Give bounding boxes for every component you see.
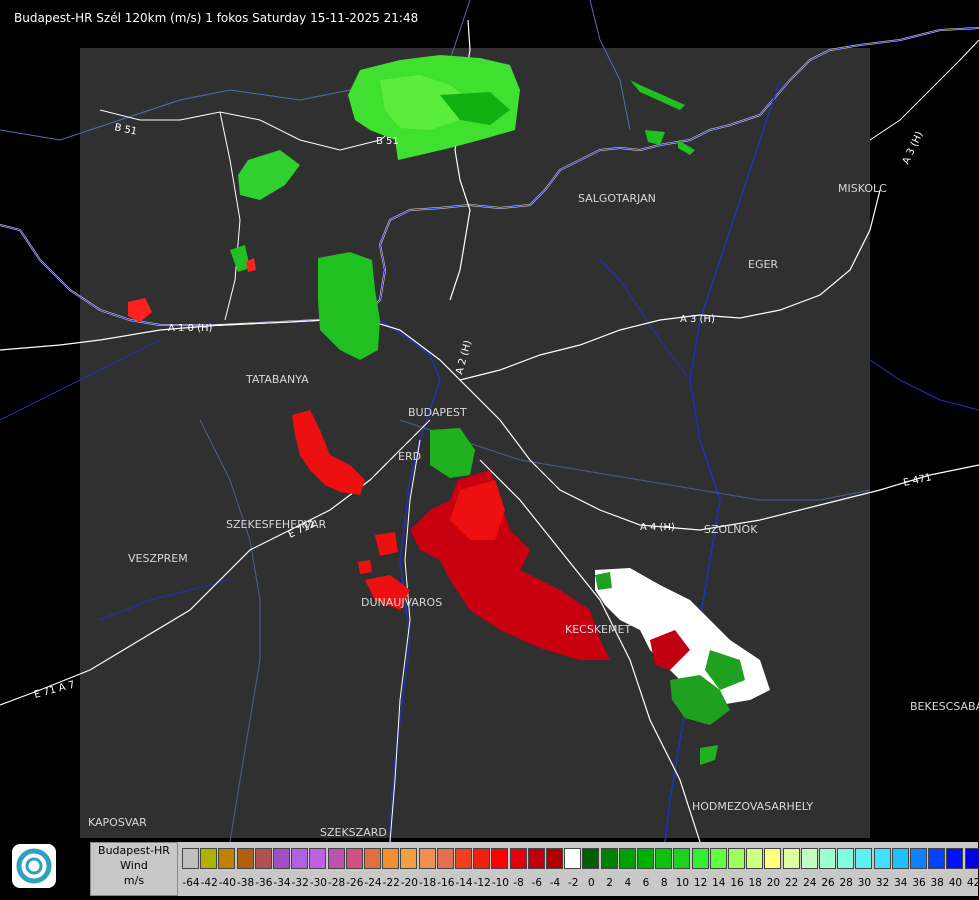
city-label-veszprem: VESZPREM (128, 552, 188, 565)
city-label-bekescsaba: BEKESCSABA (910, 700, 979, 713)
echo-green-se-small (595, 572, 612, 590)
color-swatch (254, 848, 272, 869)
color-swatch (691, 848, 709, 869)
color-swatch (891, 848, 909, 869)
city-label-budapest: BUDAPEST (408, 406, 467, 419)
color-swatch (873, 848, 891, 869)
city-label-hodmezovasarhely: HODMEZOVASARHELY (692, 800, 813, 813)
color-swatch (819, 848, 836, 869)
legend-product-name: Budapest-HR (98, 844, 170, 857)
color-swatch (764, 848, 782, 869)
logo (12, 844, 56, 888)
legend-label-box: Budapest-HR Wind m/s (90, 842, 178, 896)
city-label-tatabanya: TATABANYA (245, 373, 309, 386)
swirl-logo-icon (16, 848, 52, 884)
scale-tick-label: 42 (966, 877, 979, 889)
road-label-e71-a7: E 71 A 7 (33, 679, 76, 700)
color-swatch (400, 848, 418, 869)
color-swatch (418, 848, 436, 869)
color-swatch (618, 848, 636, 869)
color-swatch (473, 848, 491, 869)
color-swatch (728, 848, 745, 869)
road-miskolc (869, 39, 979, 141)
road-label-e471: E 471 (902, 472, 932, 489)
color-swatch (600, 848, 618, 869)
color-swatch (910, 848, 927, 869)
color-swatch (946, 848, 964, 869)
color-swatch (546, 848, 563, 869)
color-swatch (782, 848, 800, 869)
map-title: Budapest-HR Szél 120km (m/s) 1 fokos Sat… (14, 11, 419, 25)
color-swatch (746, 848, 764, 869)
echo-red-west-3 (358, 560, 372, 574)
color-swatch (273, 848, 290, 869)
color-swatch (837, 848, 855, 869)
color-swatch (436, 848, 454, 869)
city-label-dunaujvaros: DUNAUJVAROS (361, 596, 442, 609)
color-swatch (582, 848, 600, 869)
color-swatch (637, 848, 654, 869)
color-swatch (200, 848, 218, 869)
city-label-eger: EGER (748, 258, 778, 271)
color-swatch (309, 848, 327, 869)
color-swatch (364, 848, 381, 869)
color-swatch (345, 848, 363, 869)
color-swatch (527, 848, 545, 869)
road-label-a10: A 1 0 (H) (168, 323, 213, 334)
road-label-a3-ne: A 3 (H) (901, 130, 926, 166)
color-swatch (800, 848, 818, 869)
legend-unit: m/s (123, 874, 145, 887)
city-label-salgotarjan: SALGOTARJAN (578, 192, 656, 205)
color-swatch (382, 848, 400, 869)
radar-map: SALGOTARJAN MISKOLC EGER TATABANYA BUDAP… (0, 0, 979, 842)
color-swatch (218, 848, 236, 869)
color-swatch (182, 848, 199, 869)
city-label-szolnok: SZOLNOK (704, 523, 758, 536)
city-label-kaposvar: KAPOSVAR (88, 816, 147, 829)
city-label-kecskemet: KECSKEMET (565, 623, 631, 636)
color-swatch (928, 848, 946, 869)
river-east (869, 359, 979, 411)
road-label-a3: A 3 (H) (680, 314, 715, 325)
city-label-erd: ERD (398, 450, 421, 463)
color-swatch (509, 848, 527, 869)
color-swatch (327, 848, 345, 869)
color-swatch (291, 848, 309, 869)
color-swatch (236, 848, 254, 869)
color-swatch (673, 848, 691, 869)
legend-quantity: Wind (120, 859, 148, 872)
road-label-a4: A 4 (H) (640, 522, 675, 533)
city-label-miskolc: MISKOLC (838, 182, 887, 195)
color-swatch (655, 848, 673, 869)
color-swatch (455, 848, 472, 869)
city-label-szekszard: SZEKSZARD (320, 826, 387, 839)
color-swatch (709, 848, 727, 869)
color-swatch (855, 848, 873, 869)
color-swatch (491, 848, 509, 869)
road-label-b51-east: B 51 (376, 136, 399, 147)
color-swatch (964, 848, 979, 869)
color-swatch (564, 848, 582, 869)
